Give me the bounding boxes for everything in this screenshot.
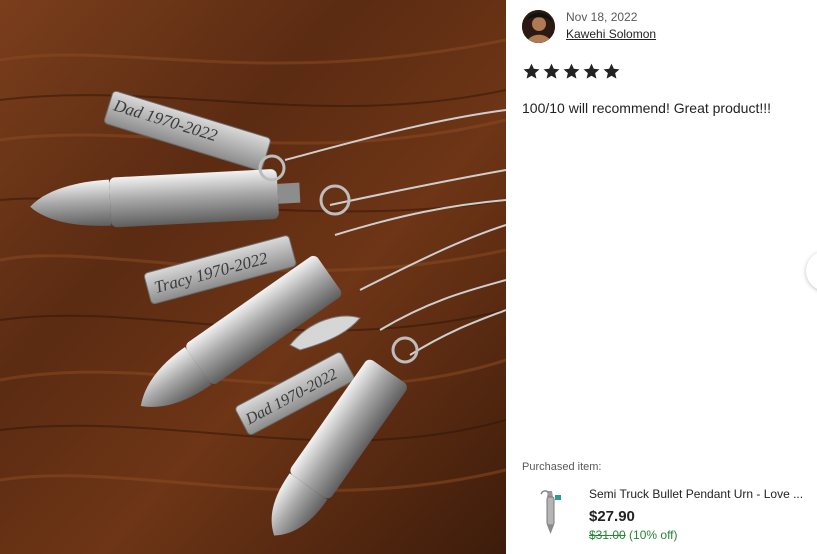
product-title-link[interactable]: Semi Truck Bullet Pendant Urn - Love ... xyxy=(589,487,811,501)
star-icon xyxy=(563,63,580,79)
review-photo-illustration: Dad 1970-2022 Tracy 1970-2022 Dad 1970-2… xyxy=(0,0,506,554)
price-details: $31.00 (10% off) xyxy=(589,528,678,542)
next-photo-button[interactable] xyxy=(806,251,817,291)
review-photo[interactable]: Dad 1970-2022 Tracy 1970-2022 Dad 1970-2… xyxy=(0,0,506,554)
star-icon xyxy=(523,63,540,79)
chevron-right-icon xyxy=(806,251,817,291)
reviewer-name-link[interactable]: Kawehi Solomon xyxy=(566,27,656,41)
product-image xyxy=(528,485,574,539)
review-text: 100/10 will recommend! Great product!!! xyxy=(522,100,772,116)
star-icon xyxy=(603,63,620,79)
star-icon xyxy=(543,63,560,79)
review-panel: Nov 18, 2022 Kawehi Solomon 100/10 will … xyxy=(506,0,817,554)
star-rating xyxy=(522,62,621,81)
product-price: $27.90 xyxy=(589,508,635,525)
purchased-item-label: Purchased item: xyxy=(522,461,602,473)
discount-percent: (10% off) xyxy=(629,528,678,542)
review-modal: Dad 1970-2022 Tracy 1970-2022 Dad 1970-2… xyxy=(0,0,817,554)
original-price: $31.00 xyxy=(589,528,626,542)
avatar-image xyxy=(522,10,555,43)
review-date: Nov 18, 2022 xyxy=(566,10,638,24)
product-thumbnail[interactable] xyxy=(528,485,574,539)
star-icon xyxy=(583,63,600,79)
reviewer-avatar[interactable] xyxy=(522,10,555,43)
